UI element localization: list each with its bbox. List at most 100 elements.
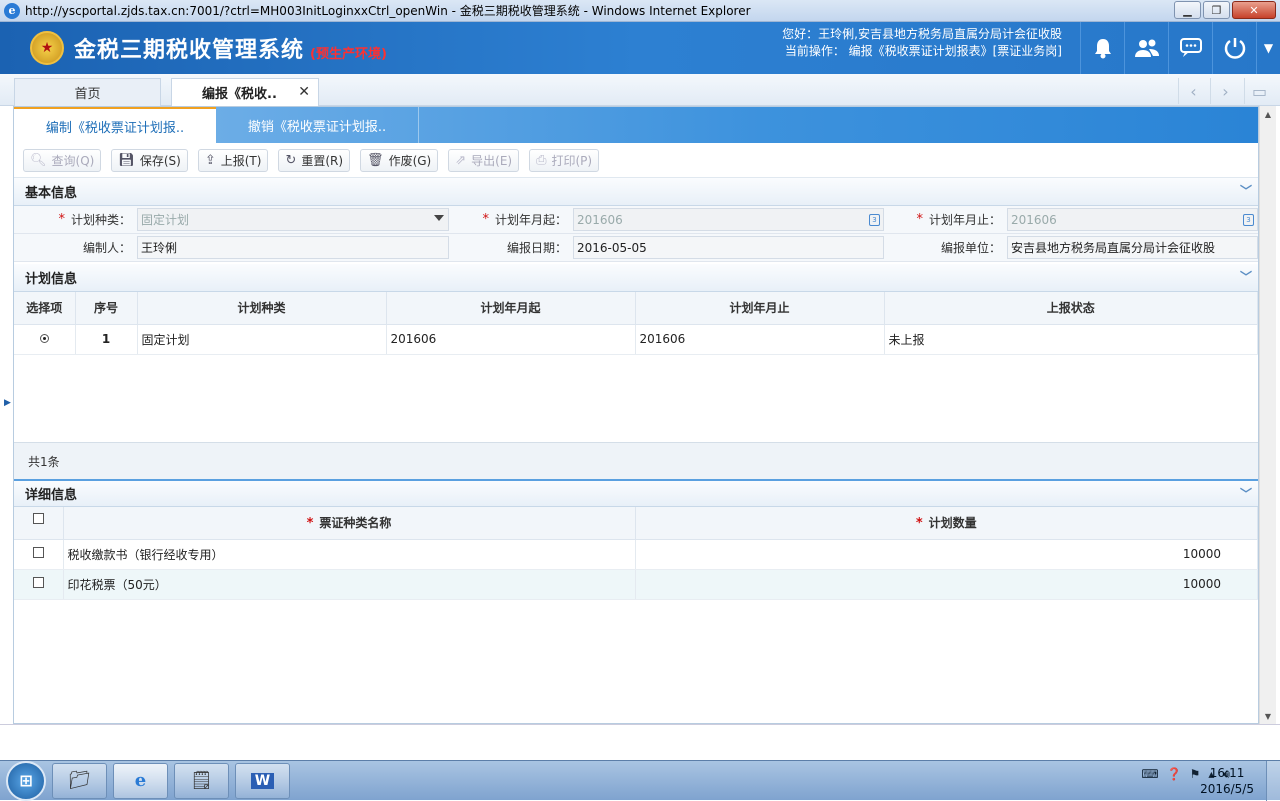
vertical-scrollbar[interactable]: ▲ ▼ [1259,106,1276,724]
network-icon[interactable]: ⚑ [1190,767,1201,782]
plan-table-footer: 共1条 [14,442,1258,479]
clock[interactable]: 16:11 2016/5/5 [1200,765,1254,797]
plan-type-select[interactable]: 固定计划 [137,208,449,231]
col-status[interactable]: 上报状态 [884,292,1258,325]
row-check-cell [14,539,64,570]
notes-task-icon[interactable]: 🗒︎ [174,762,229,799]
export-button[interactable]: ⇗ 导出(E) [448,148,520,172]
col-type[interactable]: 计划种类 [137,292,387,325]
report-unit-field: 安吉县地方税务局直属分局计会征收股 [1007,236,1258,259]
calendar-icon[interactable]: 3 [869,214,880,226]
tax-emblem-icon: ★ [30,31,64,65]
power-icon[interactable] [1212,22,1256,74]
status-cell: 未上报 [884,324,1258,355]
chat-icon[interactable] [1168,22,1212,74]
export-icon: ⇗ [455,152,467,168]
maximize-button[interactable]: ❐ [1203,1,1230,19]
start-month-value: 201606 [577,212,623,227]
scroll-up-icon[interactable]: ▲ [1260,106,1276,122]
end-month-label: * 计划年月止： [884,206,1007,233]
users-icon[interactable] [1124,22,1168,74]
scroll-down-icon[interactable]: ▼ [1260,708,1276,724]
browser-status-area [0,724,1280,760]
report-unit-label: 编报单位： [940,241,1001,255]
tab-report[interactable]: 编报《税收.. ✕ [171,78,319,106]
col-start[interactable]: 计划年月起 [386,292,636,325]
end-month-value: 201606 [1011,212,1057,227]
table-row[interactable]: 1 固定计划 201606 201606 未上报 [14,324,1258,355]
col-ticket-name-label: 票证种类名称 [319,516,392,531]
preparer-field: 王玲俐 [137,236,449,259]
subtab-prepare-label: 编制《税收票证计划报.. [45,120,185,136]
header-icons: ▼ [1080,22,1280,74]
print-button[interactable]: ⎙ 打印(P) [529,148,600,172]
app-header: ★ 金税三期税收管理系统 (预生产环境) 您好：王玲俐,安吉县地方税务局直属分局… [0,22,1280,74]
show-desktop-button[interactable] [1266,761,1280,801]
chevron-right-icon[interactable]: › [1210,78,1240,104]
refresh-icon: ↻ [285,152,297,168]
required-mark: * [915,516,923,532]
help-icon[interactable]: ❓ [1167,767,1182,782]
plan-qty-cell[interactable]: 10000 [635,569,1258,600]
subtab-prepare[interactable]: 编制《税收票证计划报.. [14,107,216,143]
subtab-revoke[interactable]: 撤销《税收票证计划报.. [216,107,419,143]
basic-info-header[interactable]: 基本信息 ﹀ [14,178,1258,206]
minimize-button[interactable]: ▁ [1174,1,1201,19]
upload-icon: ⇪ [204,152,216,168]
col-end[interactable]: 计划年月止 [635,292,885,325]
plan-info-header[interactable]: 计划信息 ﹀ [14,264,1258,292]
detail-table: * 票证种类名称 * 计划数量 税收缴款书（银行经收专用） 10000 印花税票（5… [14,507,1258,600]
row-select-cell [14,324,76,355]
window-title: http://yscportal.zjds.tax.cn:7001/?ctrl=… [25,4,751,18]
calendar-icon[interactable]: 3 [1243,214,1254,226]
end-month-field[interactable]: 201606 3 [1007,208,1258,231]
type-cell: 固定计划 [137,324,387,355]
row-radio[interactable] [39,334,49,343]
chevron-down-icon[interactable]: ﹀ [1240,485,1252,502]
start-month-field[interactable]: 201606 3 [573,208,884,231]
search-icon: 🔍︎ [30,152,47,168]
col-plan-qty-label: 计划数量 [928,516,977,531]
detail-info-header[interactable]: 详细信息 ﹀ [14,479,1258,507]
table-row[interactable]: 印花税票（50元） 10000 [14,569,1258,600]
chevron-down-icon[interactable]: ﹀ [1240,182,1252,199]
close-icon[interactable]: ✕ [298,84,310,100]
print-label: 打印(P) [551,153,593,168]
col-seq: 序号 [75,292,138,325]
keyboard-icon[interactable]: ⌨ [1141,767,1158,782]
chevron-down-icon[interactable]: ▼ [1256,22,1280,74]
panel-expand-handle-icon[interactable]: ▶ [4,398,11,408]
plan-info-title: 计划信息 [25,272,78,287]
close-window-button[interactable]: ✕ [1232,1,1276,19]
plan-qty-cell[interactable]: 10000 [635,539,1258,570]
ie-task-icon[interactable]: e [113,762,168,799]
void-button[interactable]: 🗑︎ 作废(G) [360,148,439,172]
clock-time: 16:11 [1209,766,1245,780]
start-month-label: * 计划年月起： [449,206,573,233]
window-restore-icon[interactable]: ▭ [1244,78,1274,104]
report-date-field: 2016-05-05 [573,236,884,259]
report-button[interactable]: ⇪ 上报(T) [197,148,269,172]
explorer-task-icon[interactable]: 📁︎ [52,762,107,799]
select-all-checkbox[interactable] [32,512,44,524]
chevron-left-icon[interactable]: ‹ [1178,78,1208,104]
bell-icon[interactable] [1080,22,1124,74]
row-check-cell [14,569,64,600]
plan-type-label-text: 计划种类： [70,213,131,227]
table-row[interactable]: 税收缴款书（银行经收专用） 10000 [14,539,1258,570]
row-checkbox[interactable] [32,577,44,588]
tab-home-label: 首页 [74,87,101,102]
total-count: 共1条 [28,454,60,469]
save-button[interactable]: 💾︎ 保存(S) [111,148,188,172]
query-button[interactable]: 🔍︎ 查询(Q) [23,148,102,172]
void-label: 作废(G) [388,153,432,168]
tab-home[interactable]: 首页 [14,78,161,106]
start-cell: 201606 [386,324,636,355]
row-checkbox[interactable] [32,547,44,558]
start-button[interactable]: ⊞ [6,760,46,801]
reset-button[interactable]: ↻ 重置(R) [278,148,351,172]
word-task-icon[interactable]: W [235,762,290,799]
toolbar: 🔍︎ 查询(Q) 💾︎ 保存(S) ⇪ 上报(T) ↻ 重置(R) 🗑︎ 作废(G) ⇗ 导… [14,143,1258,178]
chevron-down-icon[interactable]: ﹀ [1240,268,1252,285]
report-label: 上报(T) [220,153,262,168]
